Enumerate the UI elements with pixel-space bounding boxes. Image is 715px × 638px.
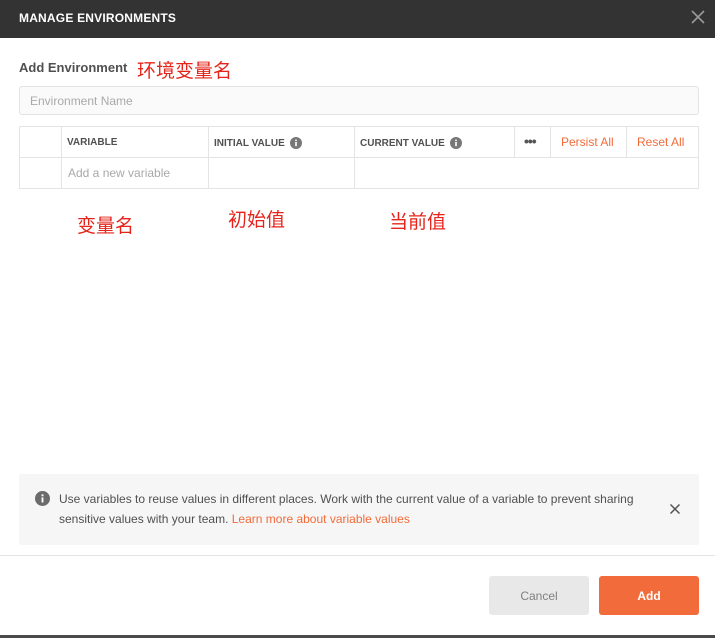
info-icon (35, 491, 50, 506)
more-options-icon[interactable]: ••• (524, 133, 537, 149)
close-icon[interactable] (690, 9, 706, 25)
column-header-initial-value: INITIAL VALUE (214, 137, 302, 149)
footer-divider (0, 555, 715, 556)
variables-table: VARIABLE INITIAL VALUE CURRENT VALUE •••… (19, 126, 699, 189)
column-header-current-value: CURRENT VALUE (360, 137, 462, 149)
modal-titlebar: MANAGE ENVIRONMENTS (0, 0, 715, 38)
annotation-initial: 初始值 (228, 209, 286, 231)
table-row (20, 158, 698, 188)
modal-title: MANAGE ENVIRONMENTS (19, 11, 177, 25)
annotation-variable: 变量名 (77, 215, 135, 237)
add-button[interactable]: Add (599, 576, 699, 615)
add-environment-heading: Add Environment (19, 60, 128, 75)
info-icon[interactable] (449, 137, 462, 149)
info-text: Use variables to reuse values in differe… (59, 489, 639, 529)
new-variable-input[interactable] (68, 166, 208, 180)
info-banner: Use variables to reuse values in differe… (19, 474, 699, 545)
annotation-env-name: 环境变量名 (137, 60, 233, 82)
annotation-current: 当前值 (389, 211, 447, 233)
learn-more-link[interactable]: Learn more about variable values (232, 512, 410, 526)
table-header-row: VARIABLE INITIAL VALUE CURRENT VALUE •••… (20, 127, 698, 158)
close-icon[interactable] (669, 503, 681, 515)
cancel-button[interactable]: Cancel (489, 576, 589, 615)
info-icon[interactable] (289, 137, 302, 149)
reset-all-button[interactable]: Reset All (637, 135, 684, 149)
environment-name-input[interactable] (19, 86, 699, 115)
column-header-variable: VARIABLE (67, 137, 118, 148)
persist-all-button[interactable]: Persist All (561, 135, 614, 149)
